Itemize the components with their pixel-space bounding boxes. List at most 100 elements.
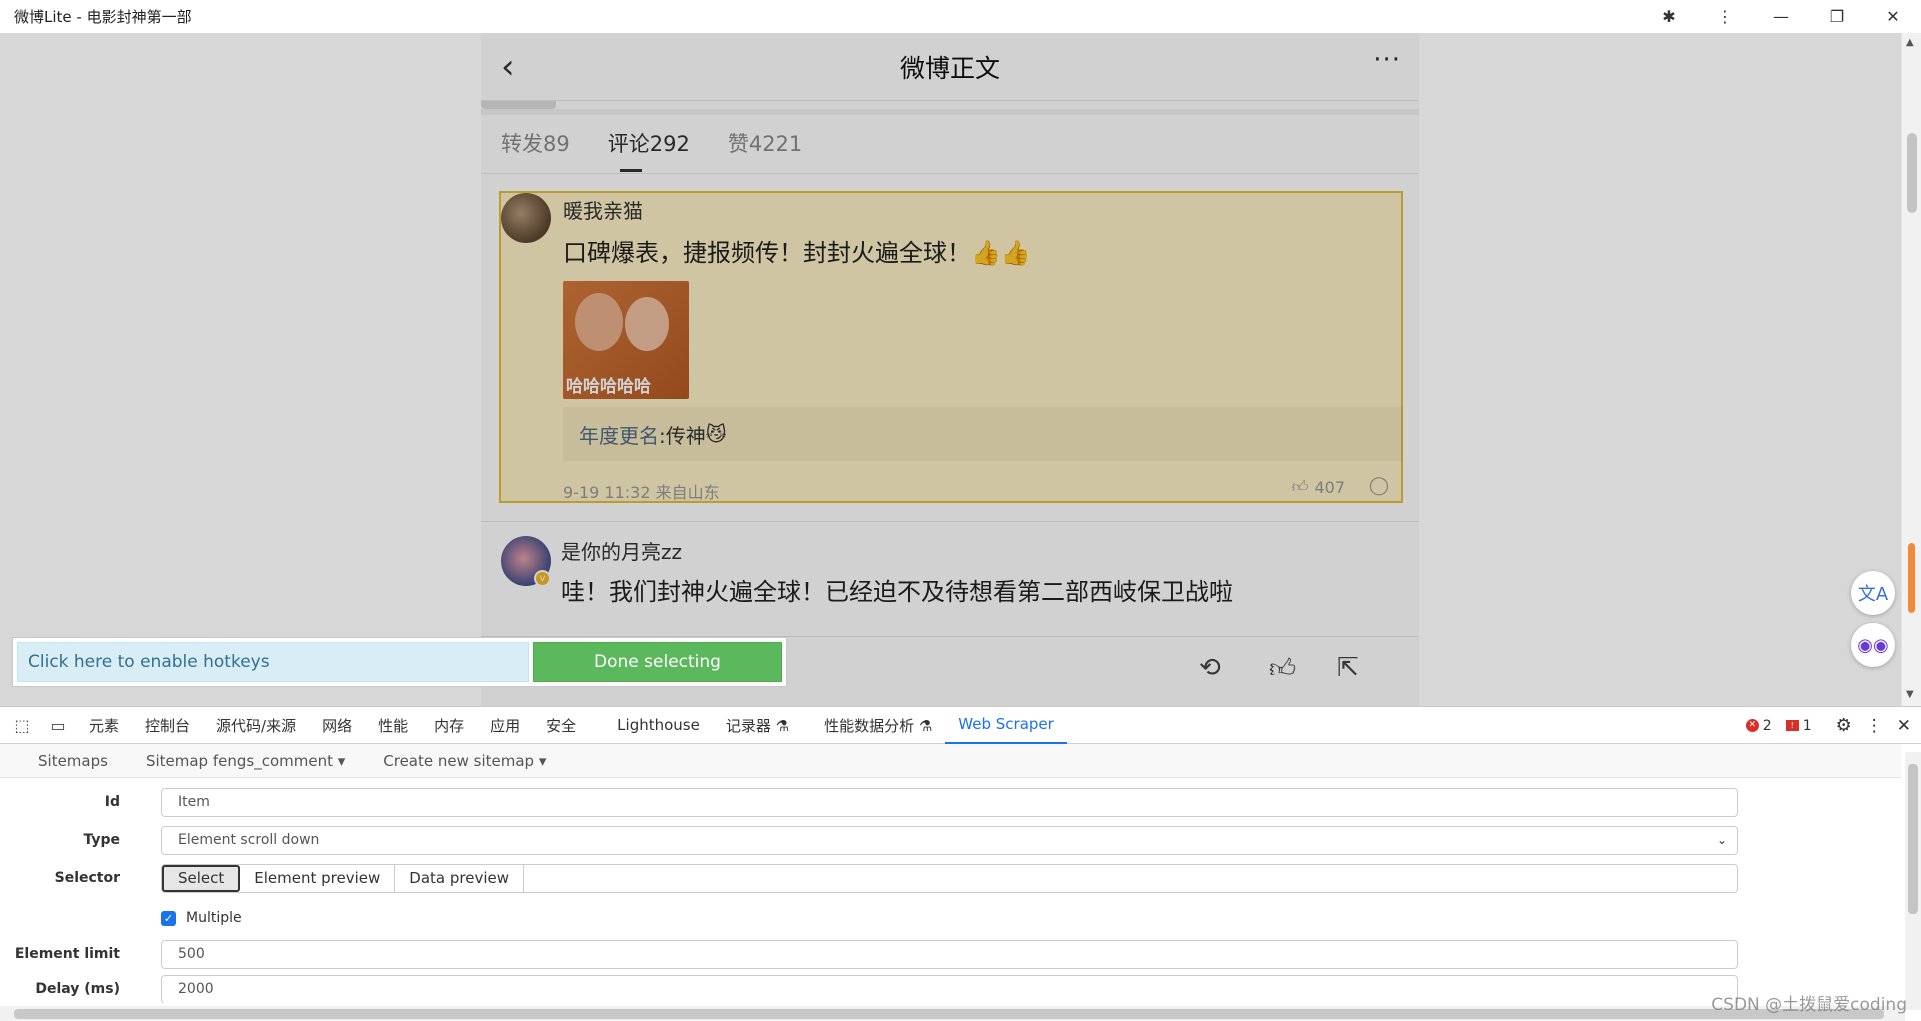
- form-row-multiple: ✓ Multiple: [0, 903, 1760, 933]
- multiple-label: Multiple: [186, 910, 242, 926]
- done-selecting-button[interactable]: Done selecting: [533, 642, 782, 682]
- element-limit-input[interactable]: 500: [161, 939, 1738, 969]
- tab-memory[interactable]: 内存: [421, 707, 477, 744]
- like-count[interactable]: 👍︎ 407: [1292, 477, 1345, 497]
- restore-icon[interactable]: ❐: [1809, 0, 1865, 33]
- more-icon[interactable]: ···: [1373, 45, 1401, 75]
- nav-create-sitemap[interactable]: Create new sitemap ▾: [364, 752, 565, 770]
- scraper-selection-bar: Click here to enable hotkeys Done select…: [12, 637, 787, 687]
- comment-text: 口碑爆表，捷报频传！封封火遍全球！👍👍: [563, 233, 1031, 268]
- tab-performance-insights[interactable]: 性能数据分析 ⚗: [802, 707, 945, 744]
- close-icon[interactable]: ✕: [1865, 0, 1921, 33]
- comment-divider: [481, 521, 1419, 522]
- comment-item[interactable]: 暖我亲猫 口碑爆表，捷报频传！封封火遍全球！👍👍 哈哈哈哈哈 年度更名:传神 😼 …: [499, 191, 1403, 503]
- thumbs-up-emoji: 👍👍: [971, 239, 1031, 267]
- devtools-hscrollbar[interactable]: [0, 1006, 1905, 1021]
- data-preview-button[interactable]: Data preview: [395, 864, 524, 892]
- tab-sources[interactable]: 源代码/来源: [203, 707, 309, 744]
- devtools-panel: ⬚ ▭ 元素 控制台 源代码/来源 网络 性能 内存 应用 安全 Lightho…: [0, 706, 1921, 1021]
- tab-recorder[interactable]: 记录器 ⚗: [713, 707, 802, 744]
- scrollbar-thumb[interactable]: [14, 1009, 1884, 1019]
- watermark: CSDN @土拨鼠爱coding: [1711, 995, 1907, 1015]
- like-count-value: 407: [1314, 477, 1345, 497]
- weibo-page: ‹ 微博正文 ··· 转发89 评论292 赞4221 暖我亲猫 口碑爆表，捷报…: [481, 33, 1419, 706]
- tab-likes[interactable]: 赞4221: [728, 128, 802, 158]
- tab-lighthouse[interactable]: Lighthouse: [589, 707, 713, 744]
- issue-count-value: 1: [1802, 717, 1812, 734]
- thumbs-up-icon: 👍︎: [1291, 477, 1309, 496]
- verified-badge-icon: v: [534, 570, 551, 587]
- tab-console[interactable]: 控制台: [132, 707, 203, 744]
- scrollbar-thumb[interactable]: [1908, 764, 1918, 914]
- webscraper-nav: Sitemaps Sitemap fengs_comment ▾ Create …: [0, 744, 1901, 778]
- element-preview-button[interactable]: Element preview: [240, 864, 396, 892]
- back-icon[interactable]: ‹: [501, 47, 515, 87]
- minimize-icon[interactable]: —: [1753, 0, 1809, 33]
- nav-sitemap-dropdown[interactable]: Sitemap fengs_comment ▾: [127, 752, 364, 770]
- selector-input[interactable]: [524, 865, 1737, 892]
- selector-group: Select Element preview Data preview: [161, 863, 1738, 893]
- comment-image[interactable]: 哈哈哈哈哈: [563, 281, 689, 399]
- page-title: 微博正文: [899, 53, 1000, 83]
- nav-sitemaps[interactable]: Sitemaps: [0, 752, 127, 770]
- type-select[interactable]: Element scroll down ⌄: [161, 825, 1738, 855]
- comment-meta: 9-19 11:32 来自山东: [563, 483, 720, 502]
- tab-reposts[interactable]: 转发89: [501, 128, 570, 158]
- enable-hotkeys-button[interactable]: Click here to enable hotkeys: [17, 642, 529, 682]
- id-input[interactable]: Item: [161, 787, 1738, 817]
- form-row-limit: Element limit 500: [0, 939, 1760, 969]
- image-caption: 哈哈哈哈哈: [566, 377, 651, 397]
- repost-icon[interactable]: ⟲: [1199, 653, 1221, 683]
- select-button[interactable]: Select: [162, 864, 241, 892]
- error-count[interactable]: ✕ 2: [1745, 718, 1772, 734]
- form-row-type: Type Element scroll down ⌄: [0, 825, 1760, 855]
- inspect-element-icon[interactable]: ⬚: [4, 707, 40, 744]
- tab-elements[interactable]: 元素: [76, 707, 132, 744]
- devtools-menu-icon[interactable]: ⋮: [1866, 716, 1883, 736]
- extensions-icon[interactable]: ✱: [1641, 0, 1697, 33]
- delay-input[interactable]: 2000: [161, 975, 1738, 1003]
- comment-tabs: 转发89 评论292 赞4221: [501, 128, 802, 172]
- device-toolbar-icon[interactable]: ▭: [40, 707, 76, 744]
- comment-text: 哇！我们封神火遍全球！已经迫不及待想看第二部西岐保卫战啦: [561, 578, 1233, 606]
- reply-username[interactable]: 年度更名: [579, 420, 659, 449]
- tab-application[interactable]: 应用: [477, 707, 533, 744]
- reply-text: :传神: [659, 423, 706, 448]
- comment-text-body: 口碑爆表，捷报频传！封封火遍全球！: [563, 239, 971, 267]
- devtools-close-icon[interactable]: ✕: [1897, 716, 1911, 736]
- comment-username[interactable]: 暖我亲猫: [563, 195, 643, 224]
- scroll-up-icon[interactable]: ▲: [1906, 37, 1914, 48]
- multiple-checkbox[interactable]: ✓: [161, 910, 176, 926]
- type-label: Type: [83, 832, 120, 848]
- delay-label: Delay (ms): [35, 981, 120, 997]
- cat-emoji: 😼: [705, 422, 727, 446]
- comment-bubble-icon[interactable]: ◯: [1369, 475, 1389, 496]
- like-icon[interactable]: 👍︎: [1269, 653, 1296, 684]
- image-face: [625, 297, 669, 351]
- browser-viewport: ‹ 微博正文 ··· 转发89 评论292 赞4221 暖我亲猫 口碑爆表，捷报…: [0, 33, 1901, 706]
- reply-preview[interactable]: 年度更名:传神 😼: [563, 407, 1403, 461]
- avatar[interactable]: [501, 193, 551, 243]
- tab-web-scraper[interactable]: Web Scraper: [945, 707, 1067, 744]
- header-stub: [481, 101, 556, 109]
- window-title-bar: 微博Lite - 电影封神第一部 ✱ ⋮ — ❐ ✕: [0, 0, 1921, 33]
- tab-network[interactable]: 网络: [309, 707, 365, 744]
- settings-gear-icon[interactable]: ⚙: [1836, 715, 1852, 736]
- tab-performance[interactable]: 性能: [365, 707, 421, 744]
- scroll-down-icon[interactable]: ▼: [1906, 689, 1914, 700]
- share-icon[interactable]: ⇱: [1337, 653, 1359, 683]
- menu-icon[interactable]: ⋮: [1697, 0, 1753, 33]
- comment-username[interactable]: 是你的月亮zz: [561, 536, 682, 565]
- page-scrollbar[interactable]: ▲ ▼: [1901, 33, 1921, 706]
- scrollbar-thumb[interactable]: [1907, 133, 1917, 213]
- tab-comments[interactable]: 评论292: [608, 128, 690, 172]
- error-icon: ✕: [1745, 719, 1759, 732]
- devtools-scrollbar[interactable]: [1905, 752, 1921, 1010]
- id-label: Id: [104, 794, 120, 810]
- issue-count[interactable]: ! 1: [1785, 717, 1812, 734]
- type-select-value: Element scroll down: [178, 832, 320, 848]
- tab-security[interactable]: 安全: [533, 707, 589, 744]
- translate-icon[interactable]: 文A: [1851, 571, 1895, 615]
- assistant-icon[interactable]: ◉◉: [1851, 623, 1895, 667]
- section-divider: [481, 109, 1419, 115]
